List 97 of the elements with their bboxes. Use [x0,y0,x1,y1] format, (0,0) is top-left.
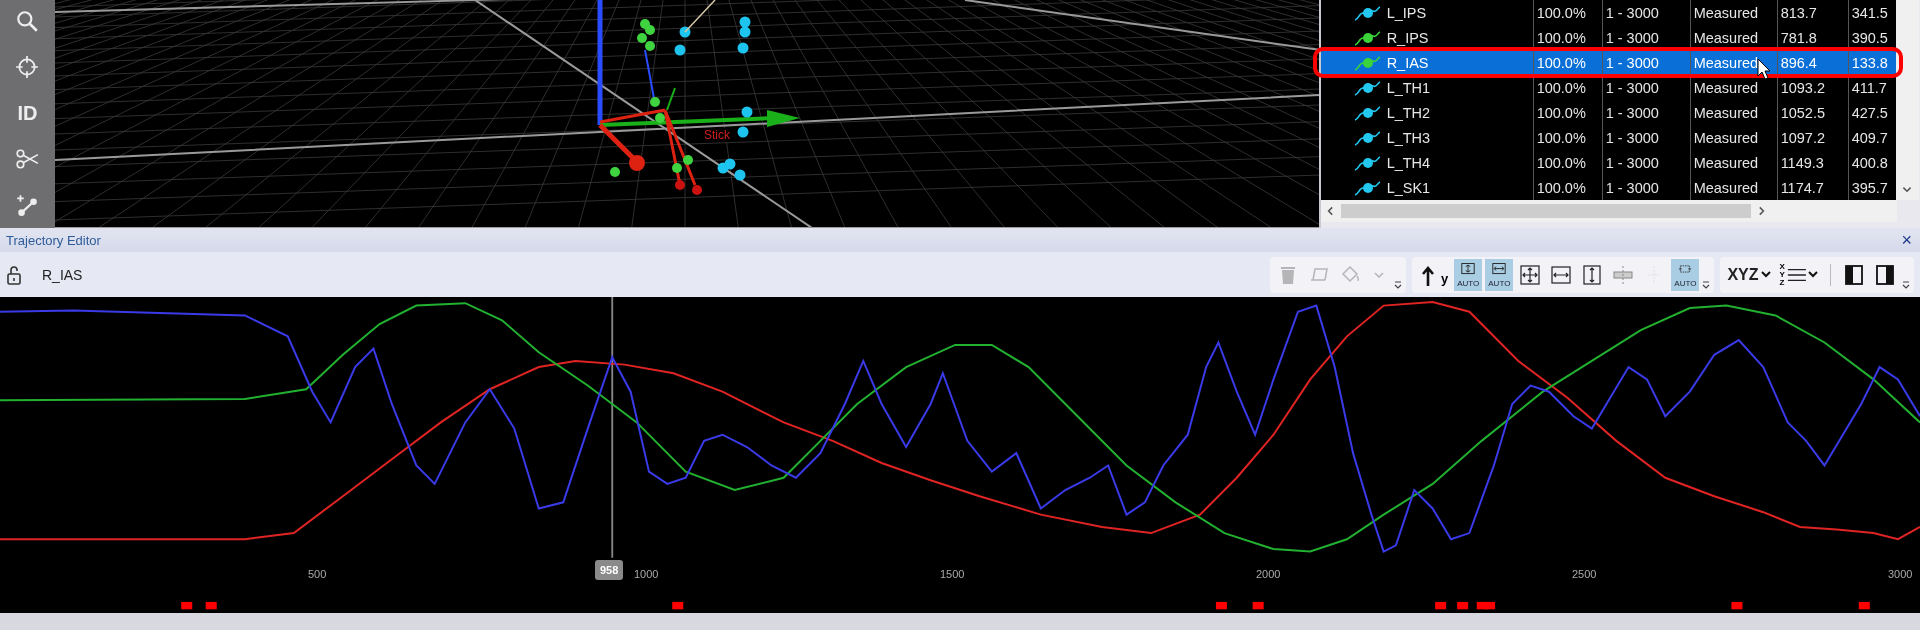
table-cell-text: 411.7 [1850,78,1888,98]
table-row[interactable]: L_TH3 100.0% 1 - 3000 Measured 1097.2 409.7 [1320,125,1896,150]
fit-horizontal-button[interactable]: AUTO [1485,258,1514,291]
table-row[interactable]: L_TH1 100.0% 1 - 3000 Measured 1093.2 411.7 [1320,75,1896,100]
marker-name: L_TH2 [1386,104,1431,121]
unlock-icon[interactable] [6,264,22,285]
split-icon [1612,263,1635,286]
table-row[interactable]: R_IPS 100.0% 1 - 3000 Measured 781.8 390.5 [1320,25,1896,50]
table-cell-text: 400.8 [1850,153,1889,173]
table-cell-text: 409.7 [1850,128,1889,148]
axis-letters: XYZ [1779,262,1784,287]
table-cell: 100.0% [1533,0,1603,25]
caret-icon [1808,271,1818,278]
expand-horizontal-icon [1550,263,1573,286]
trajectory-marker-icon [1352,4,1381,21]
marker-name: L_TH4 [1386,154,1431,171]
axis-tick-label: 2000 [1256,568,1281,580]
caret-icon [1373,271,1384,278]
horizontal-scrollbar[interactable] [1320,200,1897,222]
table-cell: 1052.5 [1777,100,1849,125]
right-panel-icon [1874,263,1896,286]
table-row[interactable]: L_TH2 100.0% 1 - 3000 Measured 1052.5 427.5 [1320,100,1896,125]
trajectory-marker-icon [1352,29,1381,46]
caret-icon [1760,271,1771,278]
fit-vertical-button[interactable]: AUTO [1454,258,1483,291]
table-cell: 1 - 3000 [1602,25,1691,50]
table-cell: Measured [1690,25,1778,50]
table-cell-text: 341.5 [1850,3,1889,23]
table-cell: 1149.3 [1777,150,1849,175]
table-cell: 1097.2 [1777,125,1849,150]
table-cell: 100.0% [1533,75,1603,100]
mouse-pointer-icon [1756,58,1771,80]
trajectory-marker-icon [1352,154,1381,171]
marker-name: R_IPS [1386,29,1429,46]
table-cell: 1093.2 [1777,75,1849,100]
table-cell: 1 - 3000 [1602,150,1691,175]
table-cell-text: 390.5 [1850,28,1889,48]
table-cell: 100.0% [1533,150,1603,175]
marker-name: L_IPS [1386,4,1427,21]
overflow-icon[interactable] [1702,279,1711,290]
table-cell: Measured [1690,75,1778,100]
table-cell: 100.0% [1533,100,1603,125]
scene-label: Stick [702,128,731,142]
axis-tick-label: 1000 [634,568,659,580]
trajectory-name: R_IAS [42,266,83,283]
scrollbar-thumb[interactable] [1340,204,1751,218]
table-cell: Measured [1690,100,1778,125]
table-cell: Measured [1690,150,1778,175]
overflow-icon[interactable] [1902,279,1910,290]
table-cell: 1 - 3000 [1602,100,1691,125]
table-cell: 100.0% [1533,50,1603,75]
crosshair-icon [15,55,40,79]
list-dropdown[interactable]: XYZ [1776,258,1821,291]
marker-name: R_IAS [1386,54,1429,71]
table-cell: 100.0% [1533,25,1603,50]
axis-tick-label: 3000 [1888,568,1913,580]
axis-tick-label: 500 [308,568,327,580]
overflow-icon[interactable] [1393,279,1402,290]
table-row[interactable]: L_TH4 100.0% 1 - 3000 Measured 1149.3 400.8 [1320,150,1896,175]
trajectory-marker-icon [1352,129,1381,146]
move-icon [1519,263,1542,286]
table-cell: 781.8 [1777,25,1849,50]
table-cell: 813.7 [1777,0,1849,25]
id-tool-button[interactable]: ID [7,96,48,130]
table-row[interactable]: L_IPS 100.0% 1 - 3000 Measured 813.7 341.5 [1320,0,1896,25]
search-icon [15,9,40,33]
frame-badge: 958 [595,560,624,580]
axis-tick-label: 2500 [1572,568,1597,580]
table-cell: 896.4 [1777,50,1849,75]
table-cell: 100.0% [1533,125,1603,150]
marker-name: L_TH3 [1386,129,1431,146]
marker-name: L_TH1 [1386,79,1431,96]
axis-tick-label: 1500 [940,568,965,580]
up-arrow-button[interactable]: y [1415,258,1452,291]
scissors-icon [15,147,40,171]
coordinate-dropdown[interactable]: XYZ [1724,258,1774,291]
table-cell: 1 - 3000 [1602,50,1691,75]
trajectory-marker-icon [1352,104,1381,121]
trajectory-marker-icon [1352,79,1381,96]
trajectory-marker-icon [1352,54,1381,71]
panel-title: Trajectory Editor [6,232,101,248]
add-link-icon [15,193,40,217]
gap-fill-button[interactable]: AUTO [1671,258,1700,291]
table-cell-text: 395.7 [1850,178,1889,198]
close-button[interactable]: × [1899,231,1914,249]
expand-vertical-icon [1581,263,1604,286]
trajectory-marker-icon [1352,179,1381,196]
table-cell: 1 - 3000 [1602,125,1691,150]
table-cell: Measured [1690,0,1778,25]
table-cell: 1 - 3000 [1602,75,1691,100]
time-cursor-line[interactable] [611,297,614,559]
marker-name: L_SK1 [1386,179,1431,196]
table-cell: Measured [1690,125,1778,150]
left-panel-icon [1843,263,1865,286]
table-cell-text: 427.5 [1850,103,1889,123]
table-cell: 1 - 3000 [1602,0,1691,25]
table-cell-text: 133.8 [1850,53,1889,73]
